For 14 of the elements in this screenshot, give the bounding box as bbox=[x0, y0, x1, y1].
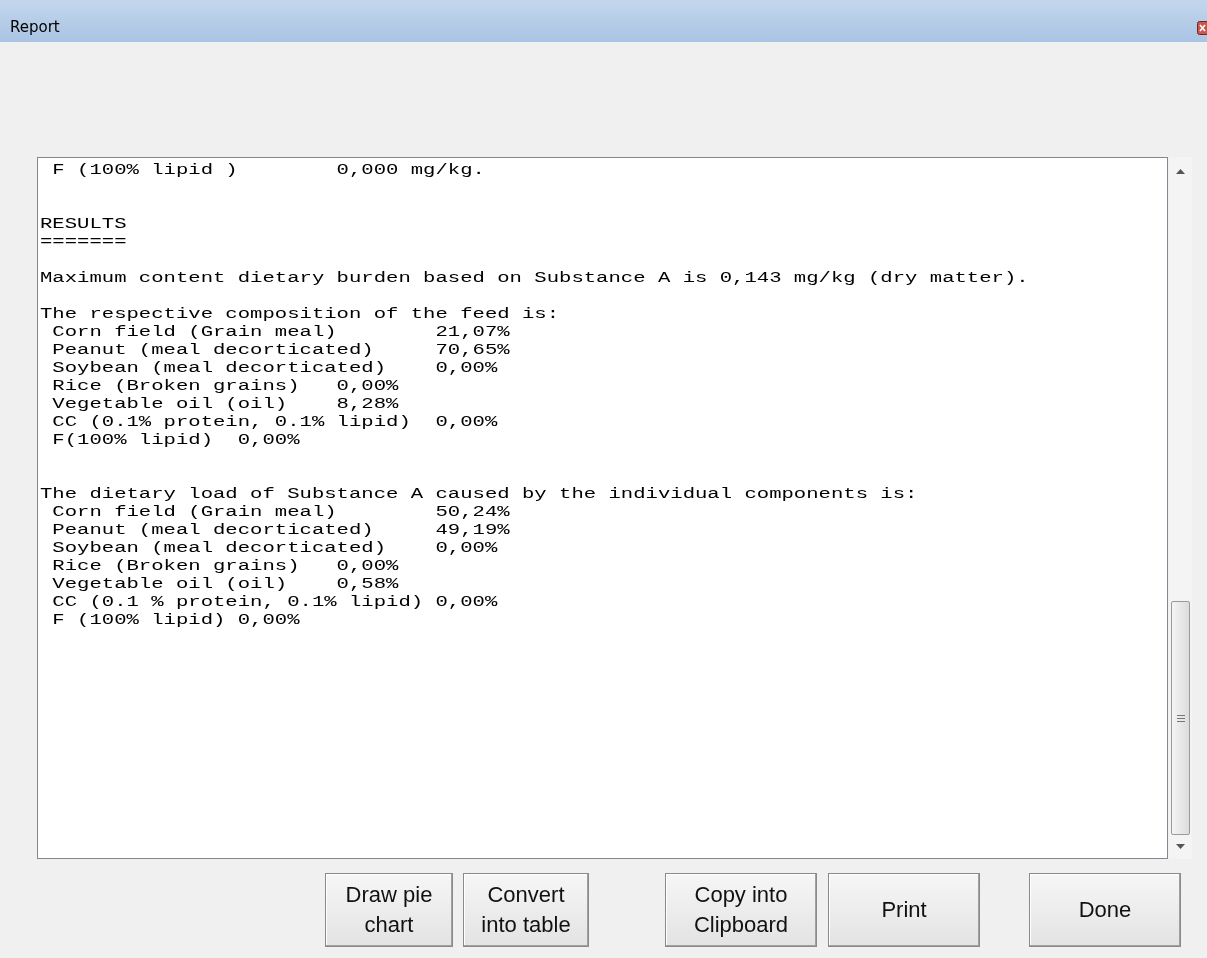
window-title: Report bbox=[10, 18, 60, 36]
close-icon[interactable] bbox=[1197, 21, 1207, 35]
scrollbar[interactable] bbox=[1169, 157, 1192, 859]
dialog-button[interactable]: Copy into Clipboard bbox=[665, 873, 817, 947]
scroll-down-icon[interactable] bbox=[1176, 844, 1185, 849]
report-text-area[interactable] bbox=[37, 157, 1168, 859]
dialog-button[interactable]: Draw pie chart bbox=[325, 873, 453, 947]
report-text: F (100% lipid ) 0,000 mg/kg. RESULTS ======= Maximum content dietary burden based on Substance A is 0,143 mg/kg (dry matter). The respective composition of the feed is: Corn field (Grain meal) 21,07% Peanut (meal decorticated) 70,65% Soybean (meal decorticated) 0,00% Rice (Broken grains) 0,00% Vegetable oil (oil) 8,28% CC (0.1% protein, 0.1% lipid) 0,00% F(100% lipid) 0,00% The dietary load of Substance A caused by the individual components is: Corn field (Grain meal) 50,24% Peanut (meal decorticated) 49,19% Soybean (meal decorticated) 0,00% Rice (Broken grains) 0,00% Vegetable oil (oil) 0,58% CC (0.1 % protein, 0.1% lipid) 0,00% F (100% lipid) 0,00% bbox=[40, 161, 1030, 629]
dialog-button[interactable]: Convert into table bbox=[463, 873, 589, 947]
scroll-up-icon[interactable] bbox=[1176, 169, 1185, 174]
grip-icon bbox=[1176, 714, 1185, 722]
scroll-thumb[interactable] bbox=[1171, 601, 1190, 835]
dialog-button[interactable]: Done bbox=[1029, 873, 1181, 947]
dialog-button[interactable]: Print bbox=[828, 873, 980, 947]
